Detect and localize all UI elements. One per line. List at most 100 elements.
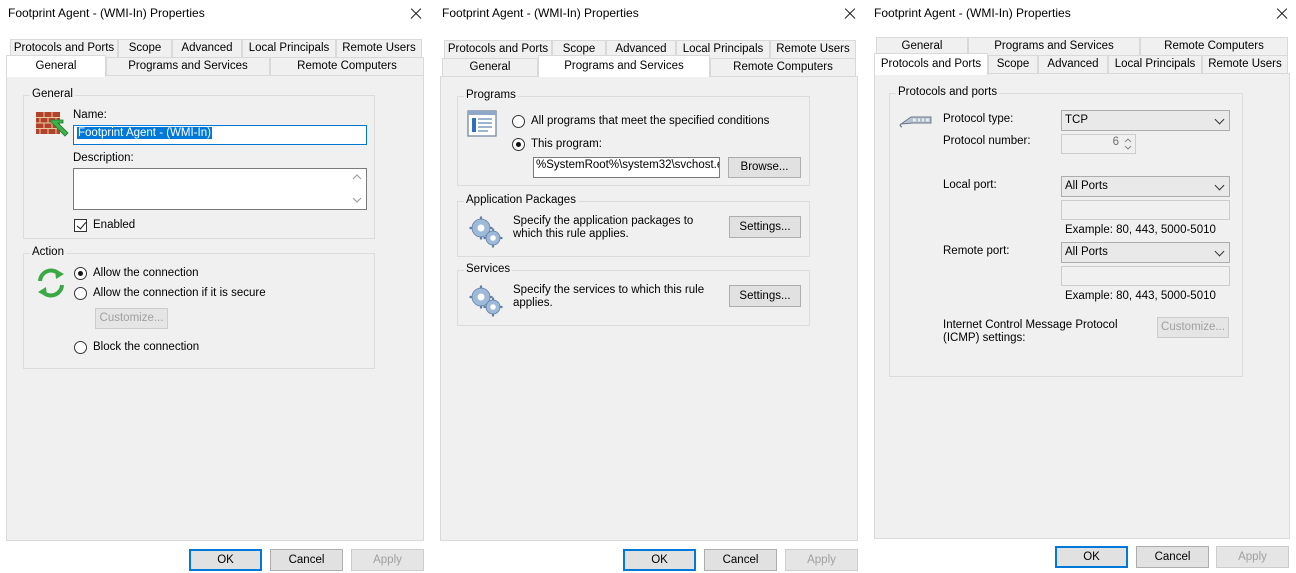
gears-icon xyxy=(469,285,503,317)
remote-port-example: Example: 80, 443, 5000-5010 xyxy=(1065,290,1216,302)
allow-label: Allow the connection xyxy=(93,267,199,279)
tab-local-principals[interactable]: Local Principals xyxy=(1108,55,1202,73)
ok-button[interactable]: OK xyxy=(1055,546,1128,568)
chevron-down-icon xyxy=(1214,246,1225,257)
browse-button[interactable]: Browse... xyxy=(728,157,801,178)
block-radio[interactable] xyxy=(74,341,87,354)
group-label: Services xyxy=(464,263,513,275)
allow-secure-label: Allow the connection if it is secure xyxy=(93,287,266,299)
action-arrows-icon xyxy=(38,268,64,298)
name-field[interactable]: Footprint Agent - (WMI-In) xyxy=(73,125,367,145)
tab-remote-computers[interactable]: Remote Computers xyxy=(270,57,424,75)
tab-remote-computers[interactable]: Remote Computers xyxy=(1140,37,1288,55)
tab-programs-and-services[interactable]: Programs and Services xyxy=(538,55,710,77)
remote-port-label: Remote port: xyxy=(943,245,1010,257)
protocol-number-value: 6 xyxy=(1112,136,1119,148)
apply-button[interactable]: Apply xyxy=(785,549,858,571)
spinner-arrows-icon[interactable] xyxy=(1122,136,1134,152)
group-label: Application Packages xyxy=(464,194,578,206)
description-field[interactable] xyxy=(73,168,367,210)
tab-programs-and-services[interactable]: Programs and Services xyxy=(106,57,270,75)
tab-remote-users[interactable]: Remote Users xyxy=(336,39,422,57)
group-label: General xyxy=(30,88,75,100)
properties-dialog-general: Footprint Agent - (WMI-In) Properties Pr… xyxy=(0,0,432,573)
scroll-down-icon xyxy=(352,197,362,203)
tab-programs-and-services[interactable]: Programs and Services xyxy=(968,37,1140,55)
enabled-label: Enabled xyxy=(93,219,136,231)
ok-button[interactable]: OK xyxy=(623,549,696,571)
scroll-up-icon xyxy=(352,174,362,180)
allow-secure-radio[interactable] xyxy=(74,287,87,300)
services-description: Specify the services to which this rule … xyxy=(513,284,713,310)
tab-local-principals[interactable]: Local Principals xyxy=(242,39,336,57)
all-programs-radio[interactable] xyxy=(512,115,525,128)
tab-panel: Protocols and ports Protocol type: TCP P… xyxy=(874,73,1290,539)
cancel-button[interactable]: Cancel xyxy=(704,549,777,571)
local-port-example: Example: 80, 443, 5000-5010 xyxy=(1065,224,1216,236)
properties-dialog-programs: Footprint Agent - (WMI-In) Properties Pr… xyxy=(434,0,866,573)
apply-button[interactable]: Apply xyxy=(351,549,424,571)
network-cable-icon xyxy=(899,116,932,128)
packages-description: Specify the application packages to whic… xyxy=(513,215,723,241)
dialog-title: Footprint Agent - (WMI-In) Properties xyxy=(874,6,1071,20)
remote-port-value: All Ports xyxy=(1065,246,1108,258)
this-program-label: This program: xyxy=(531,138,602,150)
close-icon[interactable] xyxy=(1272,4,1292,24)
cancel-button[interactable]: Cancel xyxy=(270,549,343,571)
tab-scope[interactable]: Scope xyxy=(118,39,172,57)
tab-panel: Programs All programs that meet the spec… xyxy=(440,76,858,541)
packages-settings-button[interactable]: Settings... xyxy=(729,216,801,238)
group-label: Protocols and ports xyxy=(896,86,1000,98)
tab-general[interactable]: General xyxy=(442,58,538,76)
tab-advanced[interactable]: Advanced xyxy=(172,39,242,57)
cancel-button[interactable]: Cancel xyxy=(1136,546,1209,568)
chevron-down-icon xyxy=(1214,180,1225,191)
local-port-select[interactable]: All Ports xyxy=(1061,176,1230,197)
local-port-label: Local port: xyxy=(943,179,997,191)
this-program-radio[interactable] xyxy=(512,138,525,151)
remote-port-field[interactable] xyxy=(1061,266,1230,286)
tab-remote-computers[interactable]: Remote Computers xyxy=(710,58,856,76)
close-icon[interactable] xyxy=(406,4,426,24)
tab-protocols-and-ports[interactable]: Protocols and Ports xyxy=(444,40,552,58)
packages-description-text: Specify the application packages to whic… xyxy=(513,215,694,240)
protocol-type-value: TCP xyxy=(1065,114,1088,126)
ok-button[interactable]: OK xyxy=(189,549,262,571)
enabled-checkbox[interactable] xyxy=(74,219,87,232)
name-label: Name: xyxy=(73,109,107,121)
protocol-number-label: Protocol number: xyxy=(943,135,1031,147)
tab-remote-users[interactable]: Remote Users xyxy=(1202,55,1288,73)
tab-remote-users[interactable]: Remote Users xyxy=(770,40,856,58)
tab-general[interactable]: General xyxy=(6,55,106,77)
program-window-icon xyxy=(467,110,497,137)
tab-scope[interactable]: Scope xyxy=(988,55,1038,73)
allow-radio[interactable] xyxy=(74,267,87,280)
dialog-title: Footprint Agent - (WMI-In) Properties xyxy=(8,6,205,20)
services-description-text: Specify the services to which this rule … xyxy=(513,284,705,309)
local-port-field[interactable] xyxy=(1061,200,1230,220)
firewall-rule-icon xyxy=(36,112,69,137)
protocol-type-select[interactable]: TCP xyxy=(1061,110,1230,131)
group-label: Action xyxy=(30,246,66,258)
program-path-field[interactable]: %SystemRoot%\system32\svchost.exe xyxy=(533,157,720,178)
description-label: Description: xyxy=(73,152,134,164)
services-settings-button[interactable]: Settings... xyxy=(729,285,801,307)
gears-icon xyxy=(469,216,503,248)
chevron-down-icon xyxy=(1214,114,1225,125)
tab-panel: General Name: Footprint Agent - (WMI-In)… xyxy=(6,75,424,541)
apply-button[interactable]: Apply xyxy=(1216,546,1289,568)
protocol-type-label: Protocol type: xyxy=(943,113,1014,125)
icmp-customize-button[interactable]: Customize... xyxy=(1157,317,1229,338)
all-programs-label: All programs that meet the specified con… xyxy=(531,115,770,127)
icmp-label-line-2: (ICMP) settings: xyxy=(943,332,1026,344)
close-icon[interactable] xyxy=(840,4,860,24)
icmp-label-line-1: Internet Control Message Protocol xyxy=(943,319,1118,331)
local-port-value: All Ports xyxy=(1065,180,1108,192)
tab-advanced[interactable]: Advanced xyxy=(1038,55,1108,73)
properties-dialog-protocols: Footprint Agent - (WMI-In) Properties Ge… xyxy=(866,0,1296,573)
customize-button[interactable]: Customize... xyxy=(95,308,168,329)
tab-protocols-and-ports[interactable]: Protocols and Ports xyxy=(874,53,988,75)
group-label: Programs xyxy=(464,89,518,101)
dialog-title: Footprint Agent - (WMI-In) Properties xyxy=(442,6,639,20)
remote-port-select[interactable]: All Ports xyxy=(1061,242,1230,263)
